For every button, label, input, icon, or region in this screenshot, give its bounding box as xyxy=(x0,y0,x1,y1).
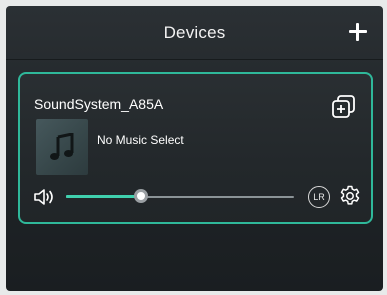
album-art xyxy=(36,119,88,175)
volume-button[interactable] xyxy=(32,187,56,207)
song-title: No Music Select xyxy=(97,133,184,147)
devices-screen: Devices SoundSystem_A85A No Music Select xyxy=(6,6,383,291)
volume-slider-fill xyxy=(66,195,141,198)
device-card[interactable]: SoundSystem_A85A No Music Select LR xyxy=(18,72,373,224)
gear-icon xyxy=(340,185,360,205)
add-device-button[interactable] xyxy=(345,19,371,45)
settings-button[interactable] xyxy=(338,184,362,208)
group-button[interactable] xyxy=(331,94,357,120)
music-note-icon xyxy=(50,133,74,160)
speaker-icon xyxy=(34,189,53,205)
volume-slider-thumb[interactable] xyxy=(134,189,148,203)
group-copy-icon xyxy=(332,95,355,118)
volume-slider[interactable] xyxy=(66,189,294,203)
page-title: Devices xyxy=(163,22,226,42)
device-name: SoundSystem_A85A xyxy=(34,96,164,112)
header-bar: Devices xyxy=(6,6,383,60)
channel-lr-button[interactable]: LR xyxy=(308,186,330,208)
